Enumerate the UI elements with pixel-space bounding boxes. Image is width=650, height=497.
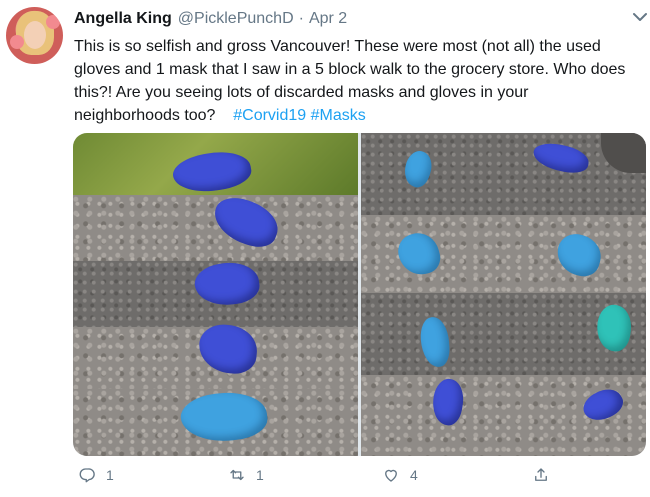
avatar-flower — [10, 35, 24, 49]
avatar-flower — [46, 15, 60, 29]
avatar-face — [24, 21, 46, 49]
tweet-actions: 1 1 4 — [0, 466, 650, 490]
separator-dot: · — [298, 10, 304, 27]
photo-left[interactable] — [73, 133, 358, 456]
avatar[interactable] — [6, 7, 63, 64]
reply-icon — [79, 468, 95, 483]
tweet-text: This is so selfish and gross Vancouver! … — [74, 35, 634, 127]
reply-count: 1 — [106, 467, 114, 483]
author-name[interactable]: Angella King — [74, 10, 172, 28]
author-handle[interactable]: @PicklePunchD — [178, 10, 294, 28]
curb-strip — [73, 195, 358, 261]
retweet-icon — [230, 469, 244, 481]
hashtag-masks[interactable]: #Masks — [311, 107, 366, 124]
tweet-date[interactable]: Apr 2 — [309, 10, 347, 28]
retweet-action[interactable]: 1 — [228, 466, 264, 484]
reply-action[interactable]: 1 — [78, 466, 114, 484]
chevron-down-icon[interactable] — [631, 10, 649, 24]
like-count: 4 — [410, 467, 418, 483]
like-action[interactable]: 4 — [382, 466, 418, 484]
share-icon — [535, 468, 547, 481]
hashtag-corvid19[interactable]: #Corvid19 — [233, 107, 306, 124]
retweet-count: 1 — [256, 467, 264, 483]
tweet[interactable]: Angella King @PicklePunchD · Apr 2 This … — [0, 0, 650, 497]
tweet-header: Angella King @PicklePunchD · Apr 2 — [74, 10, 347, 28]
media-grid[interactable] — [73, 133, 646, 456]
photo-right[interactable] — [361, 133, 646, 456]
heart-icon — [385, 469, 397, 482]
share-action[interactable] — [532, 466, 560, 484]
